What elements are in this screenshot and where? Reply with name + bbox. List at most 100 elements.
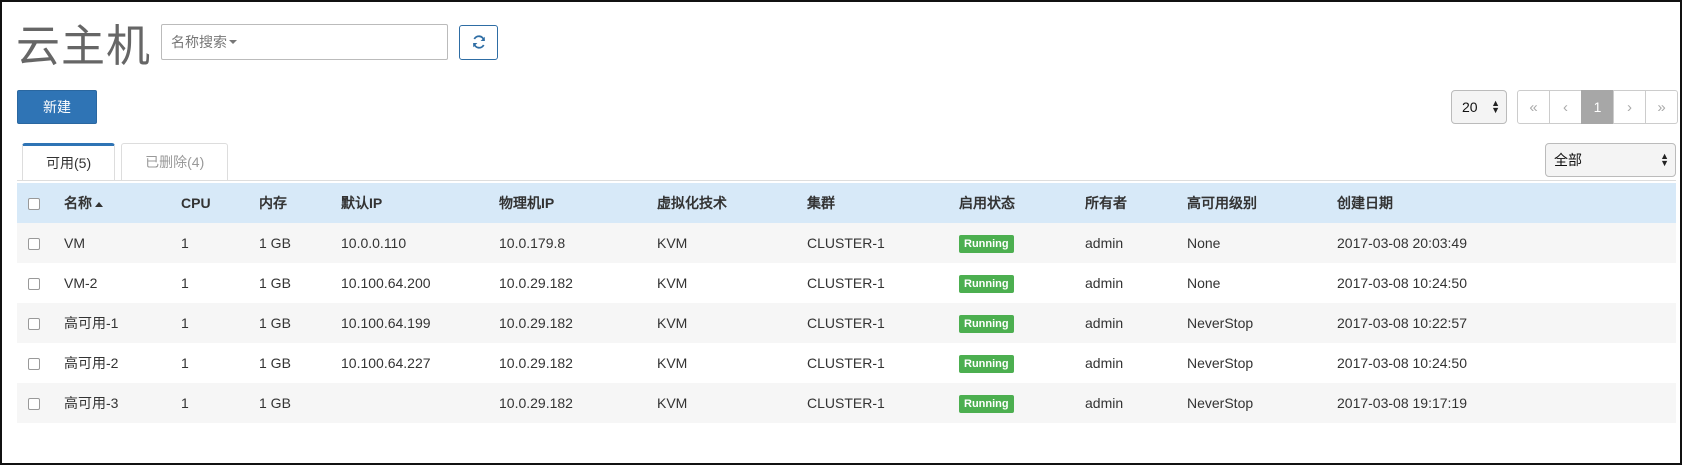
column-header-cluster[interactable]: 集群: [807, 183, 959, 223]
status-badge: Running: [959, 234, 1014, 253]
page-1-button[interactable]: 1: [1581, 90, 1614, 124]
vm-default-ip: 10.100.64.227: [341, 343, 499, 383]
column-header-status[interactable]: 启用状态: [959, 183, 1085, 223]
vm-cpu: 1: [181, 383, 259, 423]
vm-cluster: CLUSTER-1: [807, 223, 959, 263]
vm-hypervisor: KVM: [657, 343, 807, 383]
vm-ha-level: None: [1187, 263, 1337, 303]
vm-host-ip: 10.0.179.8: [499, 223, 657, 263]
column-header-created[interactable]: 创建日期: [1337, 183, 1676, 223]
vm-owner: admin: [1085, 263, 1187, 303]
status-badge: Running: [959, 314, 1014, 333]
column-header-host-ip[interactable]: 物理机IP: [499, 183, 657, 223]
up-down-arrows-icon: ▲ ▼: [1660, 151, 1669, 168]
table-header-row: 名称 CPU 内存 默认IP 物理机IP 虚拟化技术 集群 启用状态 所有者 高…: [17, 183, 1676, 223]
vm-cluster: CLUSTER-1: [807, 383, 959, 423]
tab-divider: [17, 180, 1676, 181]
vm-ha-level: NeverStop: [1187, 383, 1337, 423]
new-button[interactable]: 新建: [17, 90, 97, 124]
vm-host-ip: 10.0.29.182: [499, 303, 657, 343]
vm-owner: admin: [1085, 223, 1187, 263]
vm-name[interactable]: VM-2: [64, 263, 181, 303]
select-all-checkbox[interactable]: [28, 198, 40, 211]
table-row[interactable]: 高可用-1 1 1 GB 10.100.64.199 10.0.29.182 K…: [17, 303, 1676, 343]
table-row[interactable]: VM-2 1 1 GB 10.100.64.200 10.0.29.182 KV…: [17, 263, 1676, 303]
chevron-down-icon[interactable]: [229, 40, 237, 44]
page-size-select[interactable]: 20 ▲ ▼: [1451, 90, 1507, 124]
vm-memory: 1 GB: [259, 383, 341, 423]
row-checkbox[interactable]: [28, 398, 40, 411]
row-checkbox-cell: [17, 263, 64, 303]
row-checkbox-cell: [17, 383, 64, 423]
sort-ascending-icon: [95, 201, 103, 207]
vm-owner: admin: [1085, 303, 1187, 343]
column-label: 名称: [64, 195, 92, 211]
vm-created: 2017-03-08 10:24:50: [1337, 263, 1676, 303]
vm-name[interactable]: 高可用-1: [64, 303, 181, 343]
status-badge: Running: [959, 274, 1014, 293]
status-badge: Running: [959, 354, 1014, 373]
table-row[interactable]: 高可用-2 1 1 GB 10.100.64.227 10.0.29.182 K…: [17, 343, 1676, 383]
vm-owner: admin: [1085, 343, 1187, 383]
column-header-cpu[interactable]: CPU: [181, 183, 259, 223]
vm-status-cell: Running: [959, 263, 1085, 303]
last-page-button[interactable]: »: [1645, 90, 1678, 124]
first-page-button[interactable]: «: [1517, 90, 1550, 124]
column-header-ha-level[interactable]: 高可用级别: [1187, 183, 1337, 223]
vm-default-ip: 10.0.0.110: [341, 223, 499, 263]
row-checkbox-cell: [17, 343, 64, 383]
search-placeholder: 名称搜索: [171, 34, 227, 50]
tab-available[interactable]: 可用(5): [22, 143, 116, 181]
up-down-arrows-icon: ▲ ▼: [1491, 98, 1500, 115]
vm-default-ip: 10.100.64.200: [341, 263, 499, 303]
prev-page-button[interactable]: ‹: [1549, 90, 1582, 124]
table-row[interactable]: VM 1 1 GB 10.0.0.110 10.0.179.8 KVM CLUS…: [17, 223, 1676, 263]
vm-status-cell: Running: [959, 303, 1085, 343]
column-header-hypervisor[interactable]: 虚拟化技术: [657, 183, 807, 223]
vm-default-ip: [341, 383, 499, 423]
vm-cluster: CLUSTER-1: [807, 303, 959, 343]
vm-host-ip: 10.0.29.182: [499, 263, 657, 303]
vm-hypervisor: KVM: [657, 223, 807, 263]
vm-default-ip: 10.100.64.199: [341, 303, 499, 343]
column-header-name[interactable]: 名称: [64, 183, 181, 223]
vm-cluster: CLUSTER-1: [807, 343, 959, 383]
vm-name[interactable]: VM: [64, 223, 181, 263]
vm-created: 2017-03-08 20:03:49: [1337, 223, 1676, 263]
vm-host-ip: 10.0.29.182: [499, 383, 657, 423]
vm-ha-level: NeverStop: [1187, 303, 1337, 343]
vm-status-cell: Running: [959, 343, 1085, 383]
vm-name[interactable]: 高可用-3: [64, 383, 181, 423]
vm-hypervisor: KVM: [657, 263, 807, 303]
next-page-button[interactable]: ›: [1613, 90, 1646, 124]
vm-hypervisor: KVM: [657, 383, 807, 423]
filter-value: 全部: [1554, 152, 1582, 168]
search-input[interactable]: 名称搜索: [161, 24, 448, 60]
vm-memory: 1 GB: [259, 263, 341, 303]
refresh-button[interactable]: [459, 24, 498, 60]
page-header: 云主机 名称搜索: [16, 16, 498, 72]
vm-owner: admin: [1085, 383, 1187, 423]
column-header-memory[interactable]: 内存: [259, 183, 341, 223]
vm-memory: 1 GB: [259, 303, 341, 343]
status-badge: Running: [959, 394, 1014, 413]
refresh-icon: [472, 35, 485, 49]
table-row[interactable]: 高可用-3 1 1 GB 10.0.29.182 KVM CLUSTER-1 R…: [17, 383, 1676, 423]
vm-memory: 1 GB: [259, 223, 341, 263]
vm-ha-level: None: [1187, 223, 1337, 263]
vm-created: 2017-03-08 10:22:57: [1337, 303, 1676, 343]
column-header-default-ip[interactable]: 默认IP: [341, 183, 499, 223]
row-checkbox[interactable]: [28, 318, 40, 331]
vm-name[interactable]: 高可用-2: [64, 343, 181, 383]
vm-cpu: 1: [181, 303, 259, 343]
row-checkbox[interactable]: [28, 238, 40, 251]
vm-status-cell: Running: [959, 223, 1085, 263]
page-title: 云主机: [16, 21, 151, 72]
row-checkbox[interactable]: [28, 278, 40, 291]
row-checkbox[interactable]: [28, 358, 40, 371]
filter-select[interactable]: 全部 ▲ ▼: [1545, 143, 1676, 177]
column-header-owner[interactable]: 所有者: [1085, 183, 1187, 223]
row-checkbox-cell: [17, 303, 64, 343]
tab-deleted[interactable]: 已删除(4): [121, 143, 229, 181]
vm-memory: 1 GB: [259, 343, 341, 383]
